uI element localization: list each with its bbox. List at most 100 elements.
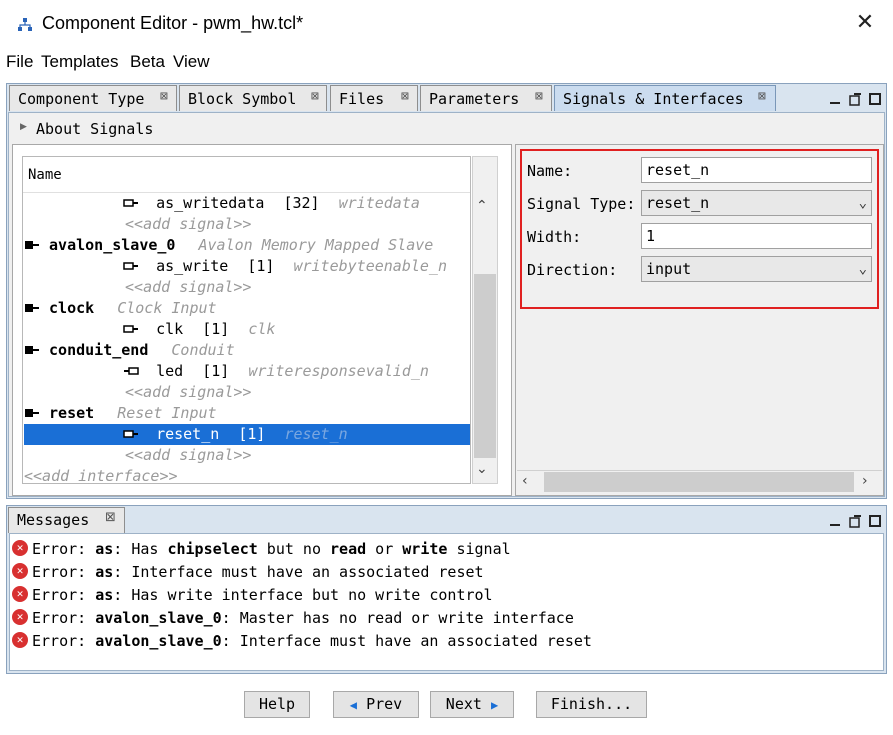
- menu-bar: File Templates Beta View: [0, 50, 893, 76]
- add-signal-label: <<add signal>>: [125, 383, 252, 401]
- direction-value: input: [646, 260, 692, 278]
- signal-width: [32]: [283, 194, 320, 212]
- message-keyword: write: [402, 540, 448, 558]
- app-icon: [18, 18, 32, 31]
- tab-parameters[interactable]: Parameters ⊠: [420, 85, 552, 111]
- tree-row-interface[interactable]: conduit_end Conduit: [24, 340, 235, 361]
- message-text: : Master has no read or write interface: [221, 609, 574, 627]
- input-port-icon: [123, 199, 139, 207]
- tab-label: Component Type: [18, 90, 145, 108]
- tree-header: [23, 157, 470, 193]
- signal-name: reset_n: [156, 425, 220, 443]
- minimize-icon[interactable]: [830, 102, 840, 104]
- name-field[interactable]: reset_n: [641, 157, 872, 183]
- interface-port-icon: [25, 241, 39, 249]
- tab-files[interactable]: Files ⊠: [330, 85, 418, 111]
- add-signal-label: <<add signal>>: [125, 446, 252, 464]
- tab-close-icon[interactable]: ⊠: [311, 89, 319, 104]
- column-header-name: Name: [28, 167, 62, 183]
- chevron-down-icon: ⌄: [858, 261, 867, 277]
- tree-row-signal[interactable]: as_write [1] writebyteenable_n: [24, 256, 447, 277]
- tree-row-signal[interactable]: clk [1] clk: [24, 319, 275, 340]
- maximize-icon[interactable]: [869, 515, 881, 527]
- finish-button[interactable]: Finish...: [536, 691, 647, 718]
- tree-row-interface[interactable]: avalon_slave_0 Avalon Memory Mapped Slav…: [24, 235, 433, 256]
- scrollbar-thumb[interactable]: [474, 274, 496, 458]
- interface-name: avalon_slave_0: [49, 236, 176, 254]
- arrow-left-icon: ◀: [349, 698, 358, 712]
- message-text: : Has write interface but no write contr…: [113, 586, 493, 604]
- message-keyword: as: [95, 563, 114, 581]
- help-button[interactable]: Help: [244, 691, 310, 718]
- add-signal-row[interactable]: <<add signal>>: [24, 445, 251, 466]
- minimize-icon[interactable]: [830, 524, 840, 526]
- tab-label: Block Symbol: [188, 90, 297, 108]
- message-keyword: read: [330, 540, 367, 558]
- tab-close-icon[interactable]: ⊠: [535, 89, 543, 104]
- menu-templates[interactable]: Templates: [41, 52, 118, 72]
- signal-name: as_writedata: [156, 194, 265, 212]
- restore-icon[interactable]: [849, 515, 861, 528]
- message-item: ✕ Error: avalon_slave_0: Interface must h…: [12, 630, 592, 652]
- tree-row-interface[interactable]: clock Clock Input: [24, 298, 217, 319]
- message-keyword: avalon_slave_0: [95, 632, 222, 650]
- input-port-icon: [123, 325, 139, 333]
- tab-signals-interfaces[interactable]: Signals & Interfaces ⊠: [554, 85, 776, 111]
- tab-close-icon[interactable]: ⊠: [160, 89, 168, 104]
- scroll-up-icon[interactable]: ⌃: [476, 198, 488, 214]
- tree-row-signal[interactable]: led [1] writeresponsevalid_n: [24, 361, 429, 382]
- tree-row-interface[interactable]: reset Reset Input: [24, 403, 217, 424]
- tree-row-signal[interactable]: as_writedata [32] writedata: [24, 193, 470, 214]
- close-icon[interactable]: ✕: [852, 10, 878, 36]
- add-signal-row[interactable]: <<add signal>>: [24, 214, 251, 235]
- tab-block-symbol[interactable]: Block Symbol ⊠: [179, 85, 327, 111]
- tree-row-signal-selected[interactable]: reset_n [1] reset_n: [24, 424, 470, 445]
- message-item: ✕ Error: avalon_slave_0: Master has no re…: [12, 607, 574, 629]
- message-prefix: Error:: [32, 586, 96, 604]
- next-label: Next: [445, 695, 482, 713]
- signal-width: [1]: [247, 257, 275, 275]
- signal-type-value: reset_n: [646, 194, 710, 212]
- width-field[interactable]: 1: [641, 223, 872, 249]
- interface-port-icon: [25, 304, 39, 312]
- interface-name: clock: [49, 299, 95, 317]
- add-signal-row[interactable]: <<add signal>>: [24, 277, 251, 298]
- add-signal-label: <<add signal>>: [125, 215, 252, 233]
- add-interface-row[interactable]: <<add interface>>: [24, 466, 178, 487]
- tab-label: Files: [339, 90, 385, 108]
- error-icon: ✕: [12, 539, 28, 556]
- restore-icon[interactable]: [849, 93, 861, 106]
- scroll-left-icon[interactable]: ‹: [522, 473, 528, 489]
- signal-type: reset_n: [284, 425, 348, 443]
- message-item: ✕ Error: as: Has write interface but no w…: [12, 584, 493, 606]
- message-keyword: as: [95, 586, 114, 604]
- message-prefix: Error:: [32, 563, 96, 581]
- interface-port-icon: [25, 346, 39, 354]
- maximize-icon[interactable]: [869, 93, 881, 105]
- prev-button[interactable]: ◀ Prev: [333, 691, 419, 718]
- direction-select[interactable]: input ⌄: [641, 256, 872, 282]
- add-signal-row[interactable]: <<add signal>>: [24, 382, 251, 403]
- message-text: or: [366, 540, 403, 558]
- add-interface-label: <<add interface>>: [24, 467, 178, 485]
- menu-view[interactable]: View: [173, 52, 210, 72]
- scrollbar-thumb[interactable]: [544, 472, 854, 492]
- tab-close-icon[interactable]: ⊠: [401, 89, 409, 104]
- menu-beta[interactable]: Beta: [130, 52, 165, 72]
- signal-type-select[interactable]: reset_n ⌄: [641, 190, 872, 216]
- tab-component-type[interactable]: Component Type ⊠: [9, 85, 177, 111]
- next-button[interactable]: Next ▶: [430, 691, 514, 718]
- panel-window-controls: [830, 515, 881, 528]
- signal-width: [1]: [238, 425, 266, 443]
- tab-close-icon[interactable]: ⊠: [758, 89, 766, 104]
- tab-close-icon[interactable]: ⊠: [105, 510, 116, 525]
- signal-type: writebyteenable_n: [293, 257, 447, 275]
- scroll-down-icon[interactable]: ⌄: [476, 461, 488, 477]
- tab-label: Signals & Interfaces: [563, 90, 744, 108]
- width-label: Width:: [527, 228, 582, 246]
- menu-file[interactable]: File: [6, 52, 33, 72]
- scroll-right-icon[interactable]: ›: [862, 473, 868, 489]
- signal-width: [1]: [202, 362, 230, 380]
- signal-type: clk: [248, 320, 276, 338]
- expand-arrow-icon[interactable]: ▶: [20, 122, 27, 132]
